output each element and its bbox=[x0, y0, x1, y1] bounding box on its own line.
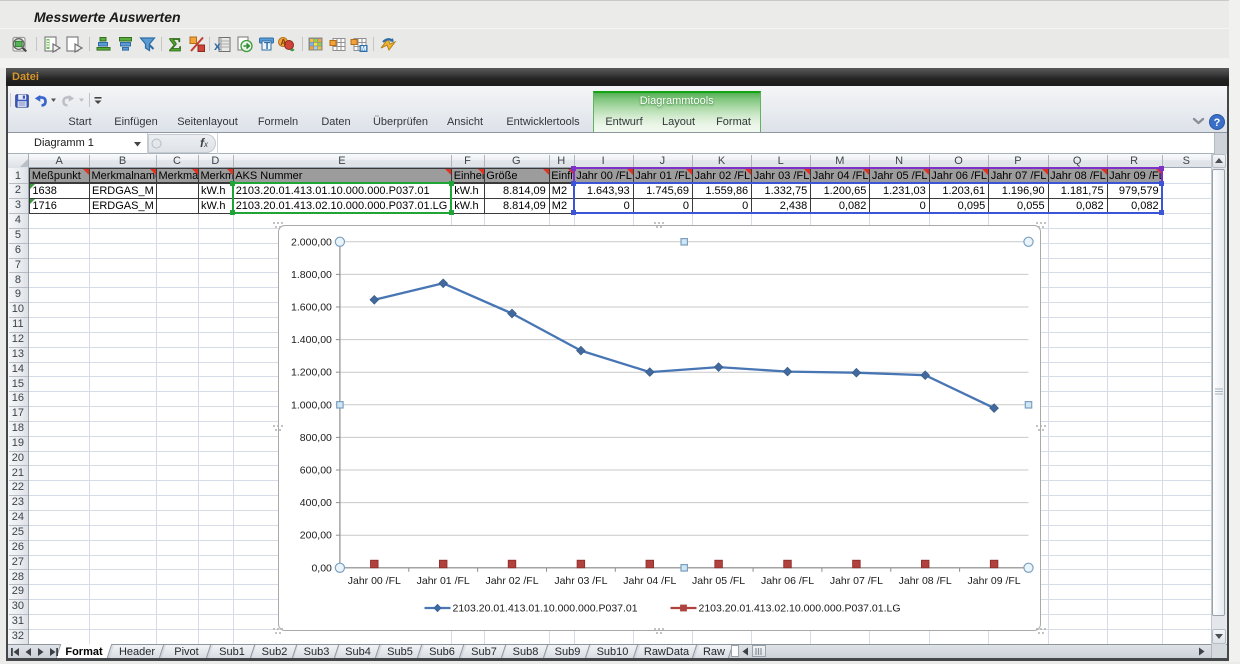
svg-text:Jahr 00 /FL: Jahr 00 /FL bbox=[347, 574, 400, 586]
svg-text:Jahr 03 /FL: Jahr 03 /FL bbox=[554, 574, 607, 586]
svg-text:2103.20.01.413.01.10.000.000.P: 2103.20.01.413.01.10.000.000.P037.01 bbox=[452, 602, 637, 614]
svg-text:200,00: 200,00 bbox=[299, 529, 331, 541]
svg-text:600,00: 600,00 bbox=[299, 464, 331, 476]
svg-text:T: T bbox=[264, 41, 270, 52]
svg-text:2103.20.01.413.02.10.000.000.P: 2103.20.01.413.02.10.000.000.P037.01.LG bbox=[698, 602, 900, 614]
svg-text:?: ? bbox=[1214, 117, 1221, 129]
svg-text:Jahr 04 /FL: Jahr 04 /FL bbox=[623, 574, 676, 586]
svg-text:Σ: Σ bbox=[169, 35, 181, 54]
svg-text:1.800,00: 1.800,00 bbox=[291, 268, 332, 280]
svg-text:2.000,00: 2.000,00 bbox=[291, 236, 332, 248]
svg-text:Jahr 01 /FL: Jahr 01 /FL bbox=[416, 574, 469, 586]
svg-text:1.400,00: 1.400,00 bbox=[291, 334, 332, 346]
svg-text:400,00: 400,00 bbox=[299, 497, 331, 509]
svg-text:800,00: 800,00 bbox=[299, 431, 331, 443]
svg-text:1.600,00: 1.600,00 bbox=[291, 301, 332, 313]
svg-text:1.200,00: 1.200,00 bbox=[291, 366, 332, 378]
svg-text:M: M bbox=[361, 45, 366, 52]
svg-text:x: x bbox=[214, 39, 221, 53]
svg-text:Jahr 05 /FL: Jahr 05 /FL bbox=[692, 574, 745, 586]
svg-text:0,00: 0,00 bbox=[311, 562, 332, 574]
svg-text:Jahr 08 /FL: Jahr 08 /FL bbox=[898, 574, 951, 586]
svg-text:Jahr 07 /FL: Jahr 07 /FL bbox=[829, 574, 882, 586]
svg-text:Jahr 02 /FL: Jahr 02 /FL bbox=[485, 574, 538, 586]
svg-text:Jahr 06 /FL: Jahr 06 /FL bbox=[760, 574, 813, 586]
svg-text:1.000,00: 1.000,00 bbox=[291, 399, 332, 411]
svg-text:A: A bbox=[281, 38, 287, 47]
svg-text:Jahr 09 /FL: Jahr 09 /FL bbox=[967, 574, 1020, 586]
